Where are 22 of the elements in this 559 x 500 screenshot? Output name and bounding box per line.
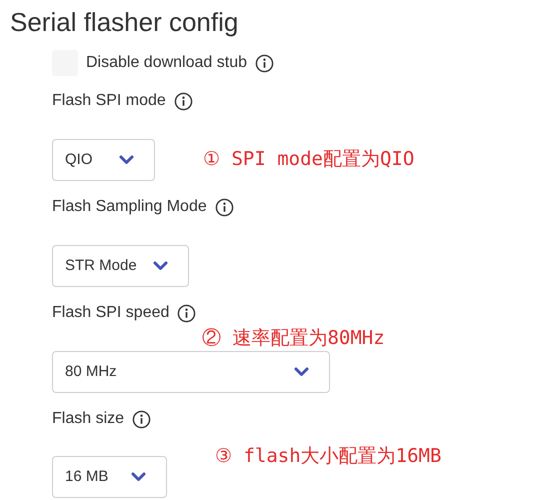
annotation-text: ② 速率配置为80MHz [202, 326, 385, 351]
annotation-text: ③ flash大小配置为16MB [215, 445, 442, 467]
info-icon [255, 54, 274, 72]
chevron-down-icon [119, 155, 134, 165]
dropdown[interactable]: STR Mode [52, 245, 189, 287]
section-title: Serial flasher config [9, 6, 240, 39]
chevron-down-icon [294, 367, 309, 377]
setting-label: Flash size [52, 409, 124, 429]
info-icon [132, 410, 152, 428]
chevron-down-icon [131, 472, 146, 482]
setting-label: Flash Sampling Mode [52, 197, 207, 217]
dropdown[interactable]: 16 MB [52, 456, 167, 498]
dropdown[interactable]: QIO [52, 139, 155, 181]
info-icon [174, 92, 193, 110]
info-icon [177, 304, 196, 322]
chevron-down-icon [153, 261, 168, 271]
annotation-text: ① SPI mode配置为QIO [203, 148, 414, 170]
dropdown[interactable]: 80 MHz [52, 351, 330, 393]
checkbox-label: Disable download stub [86, 53, 247, 73]
info-icon [214, 198, 234, 216]
setting-label: Flash SPI speed [52, 303, 170, 323]
setting-label: Flash SPI mode [52, 91, 166, 111]
